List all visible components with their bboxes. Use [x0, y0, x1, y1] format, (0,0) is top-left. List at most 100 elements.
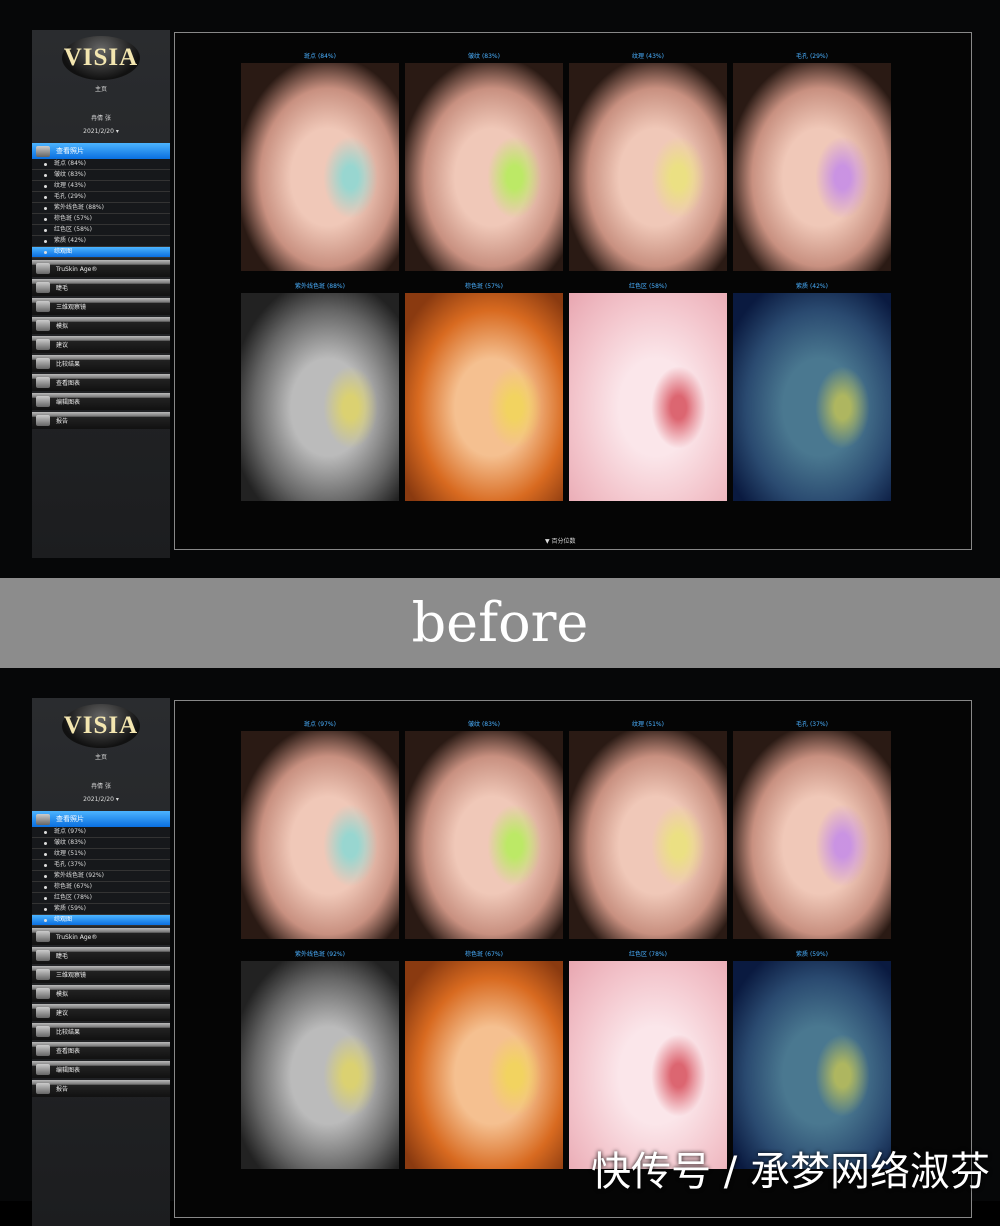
- face-image[interactable]: [569, 961, 727, 1169]
- analysis-tile[interactable]: 紫外线色斑 (88%): [241, 283, 399, 501]
- analysis-tile[interactable]: 红色区 (78%): [569, 951, 727, 1169]
- analysis-tile[interactable]: 红色区 (58%): [569, 283, 727, 501]
- analysis-tile[interactable]: 棕色斑 (67%): [405, 951, 563, 1169]
- sidebar-subitem[interactable]: 红色区 (58%): [32, 225, 170, 236]
- menu-icon: [36, 1007, 50, 1018]
- analysis-tile[interactable]: 毛孔 (29%): [733, 53, 891, 271]
- analysis-tile[interactable]: 纹理 (51%): [569, 721, 727, 939]
- tile-caption: 斑点 (97%): [304, 721, 336, 728]
- sidebar-subitem[interactable]: 纹理 (51%): [32, 849, 170, 860]
- photo-panel: 斑点 (84%) 皱纹 (83%) 纹理 (43%) 毛孔 (29%) 紫外线色斑 (8…: [174, 32, 972, 550]
- menu-icon: [36, 1064, 50, 1075]
- analysis-tile[interactable]: 皱纹 (83%): [405, 721, 563, 939]
- menu-label: 编辑图表: [56, 1067, 81, 1074]
- detection-overlay: [487, 1033, 543, 1117]
- face-image[interactable]: [569, 63, 727, 271]
- face-image[interactable]: [569, 293, 727, 501]
- sidebar-menu-item[interactable]: 查看图表: [32, 1042, 170, 1059]
- menu-label: 比较结果: [56, 361, 81, 368]
- analysis-tile[interactable]: 紫外线色斑 (92%): [241, 951, 399, 1169]
- sidebar-subitem[interactable]: 皱纹 (83%): [32, 170, 170, 181]
- sidebar-menu-item[interactable]: 编辑图表: [32, 393, 170, 410]
- face-image[interactable]: [405, 961, 563, 1169]
- face-image[interactable]: [241, 961, 399, 1169]
- face-image[interactable]: [241, 731, 399, 939]
- home-link[interactable]: 主页: [32, 752, 170, 761]
- sidebar-subitem[interactable]: 棕色斑 (67%): [32, 882, 170, 893]
- tile-caption: 棕色斑 (67%): [465, 951, 503, 958]
- sidebar-menu-item[interactable]: 比较结果: [32, 1023, 170, 1040]
- watermark: 快传号 / 承梦网络淑芬: [591, 1149, 990, 1195]
- tile-caption: 斑点 (84%): [304, 53, 336, 60]
- menu-icon: [36, 396, 50, 407]
- sidebar-menu-item[interactable]: 三维观察镜: [32, 298, 170, 315]
- home-link[interactable]: 主页: [32, 84, 170, 93]
- face-image[interactable]: [733, 293, 891, 501]
- sidebar: VISIA 主页 冉倩 张 2021/2/20 ▾ 查看照片 斑点 (84%) 皱纹…: [32, 30, 170, 558]
- sidebar-menu-item[interactable]: 模拟: [32, 317, 170, 334]
- analysis-tile[interactable]: 紫质 (42%): [733, 283, 891, 501]
- view-photos-button[interactable]: 查看照片: [32, 811, 170, 827]
- date-select[interactable]: 2021/2/20 ▾: [32, 128, 170, 135]
- face-image[interactable]: [733, 731, 891, 939]
- sidebar-menu-item[interactable]: 报告: [32, 412, 170, 429]
- menu-icon: [36, 1045, 50, 1056]
- face-image[interactable]: [569, 731, 727, 939]
- menu-label: 查看图表: [56, 1048, 81, 1055]
- tile-caption: 纹理 (43%): [632, 53, 664, 60]
- detection-overlay: [487, 365, 543, 449]
- sidebar-subitem[interactable]: 紫质 (59%): [32, 904, 170, 915]
- face-image[interactable]: [733, 961, 891, 1169]
- analysis-tile[interactable]: 紫质 (59%): [733, 951, 891, 1169]
- sidebar-menu-item[interactable]: TruSkin Age®: [32, 260, 170, 277]
- sidebar-subitem[interactable]: 毛孔 (37%): [32, 860, 170, 871]
- analysis-tile[interactable]: 毛孔 (37%): [733, 721, 891, 939]
- analysis-tile[interactable]: 棕色斑 (57%): [405, 283, 563, 501]
- face-image[interactable]: [405, 63, 563, 271]
- sidebar-menu-item[interactable]: 模拟: [32, 985, 170, 1002]
- sidebar-menu-item[interactable]: 建议: [32, 336, 170, 353]
- face-image[interactable]: [241, 63, 399, 271]
- sidebar-subitem[interactable]: 红色区 (78%): [32, 893, 170, 904]
- tile-caption: 纹理 (51%): [632, 721, 664, 728]
- analysis-tile[interactable]: 纹理 (43%): [569, 53, 727, 271]
- sidebar-menu-item[interactable]: 三维观察镜: [32, 966, 170, 983]
- face-image[interactable]: [405, 731, 563, 939]
- analysis-tile[interactable]: 斑点 (97%): [241, 721, 399, 939]
- sidebar-subitem[interactable]: 毛孔 (29%): [32, 192, 170, 203]
- sidebar-menu-item[interactable]: 编辑图表: [32, 1061, 170, 1078]
- sidebar-subitem[interactable]: 紫外线色斑 (88%): [32, 203, 170, 214]
- menu-label: TruSkin Age®: [56, 934, 98, 941]
- sidebar-menu-item[interactable]: 睫毛: [32, 947, 170, 964]
- visia-logo[interactable]: VISIA: [62, 704, 140, 748]
- sidebar-subitem[interactable]: 棕色斑 (57%): [32, 214, 170, 225]
- sidebar-menu-item[interactable]: 比较结果: [32, 355, 170, 372]
- sidebar-menu-item[interactable]: 睫毛: [32, 279, 170, 296]
- view-photos-label: 查看照片: [56, 147, 84, 155]
- visia-logo[interactable]: VISIA: [62, 36, 140, 80]
- analysis-tile[interactable]: 斑点 (84%): [241, 53, 399, 271]
- tile-caption: 红色区 (58%): [629, 283, 667, 290]
- view-photos-button[interactable]: 查看照片: [32, 143, 170, 159]
- tile-caption: 毛孔 (37%): [796, 721, 828, 728]
- sidebar-subitem[interactable]: 皱纹 (83%): [32, 838, 170, 849]
- date-select[interactable]: 2021/2/20 ▾: [32, 796, 170, 803]
- face-image[interactable]: [405, 293, 563, 501]
- sidebar-menu-item[interactable]: 报告: [32, 1080, 170, 1097]
- sidebar-menu-item[interactable]: 建议: [32, 1004, 170, 1021]
- sidebar-subitem[interactable]: 纹理 (43%): [32, 181, 170, 192]
- sidebar-subitem[interactable]: 斑点 (84%): [32, 159, 170, 170]
- sidebar-subitem[interactable]: 紫外线色斑 (92%): [32, 871, 170, 882]
- face-image[interactable]: [241, 293, 399, 501]
- analysis-tile[interactable]: 皱纹 (83%): [405, 53, 563, 271]
- sidebar-subitem[interactable]: 综观图: [32, 915, 170, 926]
- sidebar-menu-item[interactable]: TruSkin Age®: [32, 928, 170, 945]
- sidebar-subitem[interactable]: 斑点 (97%): [32, 827, 170, 838]
- face-image[interactable]: [733, 63, 891, 271]
- sidebar-subitem[interactable]: 综观图: [32, 247, 170, 258]
- sidebar-subitem[interactable]: 紫质 (42%): [32, 236, 170, 247]
- percentile-toggle[interactable]: ▼ 百分位数: [545, 536, 576, 545]
- sidebar-menu-item[interactable]: 查看图表: [32, 374, 170, 391]
- detection-overlay: [815, 135, 871, 219]
- tile-caption: 紫质 (42%): [796, 283, 828, 290]
